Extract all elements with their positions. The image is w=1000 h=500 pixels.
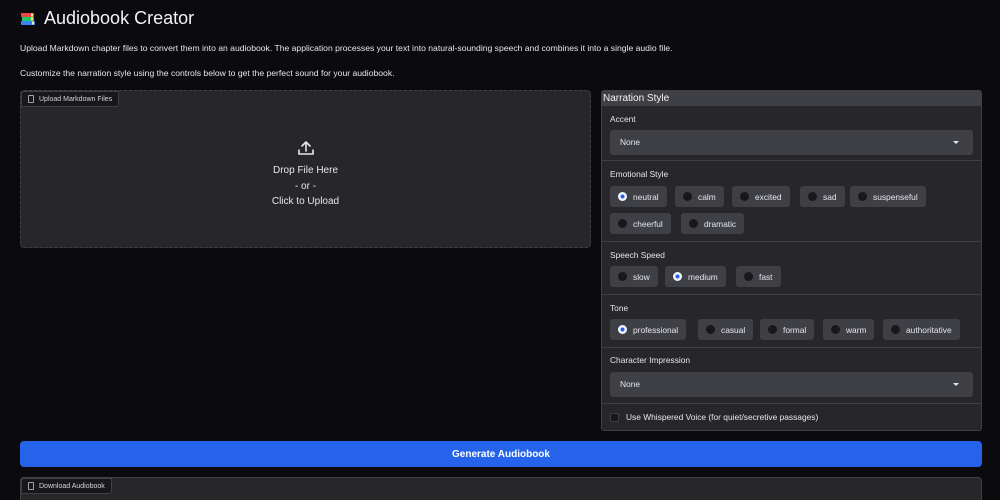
tone-section: Tone professional casual formal warm aut… (602, 294, 981, 347)
radio-dot (706, 325, 715, 334)
radio-label: formal (783, 324, 807, 335)
app-title: Audiobook Creator (44, 8, 195, 28)
radio-dot (618, 219, 627, 228)
upload-label-tag: Upload Markdown Files (21, 91, 120, 107)
accent-value: None (620, 137, 641, 147)
radio-label: professional (633, 324, 679, 335)
speech-speed-label: Speech Speed (610, 250, 665, 260)
drop-file-here: Drop File Here (272, 165, 339, 176)
file-icon (28, 482, 34, 490)
radio-dot (808, 192, 817, 201)
emotional-style-section: Emotional Style neutral calm excited sad… (602, 160, 981, 241)
emotional-style-option-cheerful[interactable]: cheerful (610, 213, 671, 234)
radio-label: authoritative (906, 324, 952, 335)
upload-label: Upload Markdown Files (39, 95, 113, 103)
download-label: Download Audiobook (39, 482, 105, 490)
whisper-label: Use Whispered Voice (for quiet/secretive… (626, 412, 819, 422)
description-line-1: Upload Markdown chapter files to convert… (20, 43, 673, 53)
page-title: Audiobook Creator (20, 8, 194, 29)
whisper-checkbox[interactable] (610, 412, 619, 422)
radio-label: dramatic (704, 218, 737, 229)
speech-speed-section: Speech Speed slow medium fast (602, 241, 981, 294)
tone-option-authoritative[interactable]: authoritative (883, 319, 960, 340)
emotional-style-option-neutral[interactable]: neutral (610, 186, 667, 207)
emotional-style-option-sad[interactable]: sad (800, 186, 845, 207)
radio-dot (768, 325, 777, 334)
radio-dot (618, 325, 627, 334)
books-icon (20, 11, 36, 27)
narration-style-title: Narration Style (602, 91, 981, 105)
drop-text: Drop File Here - or - Click to Upload (21, 139, 590, 210)
tone-option-warm[interactable]: warm (823, 319, 875, 340)
radio-label: medium (688, 271, 718, 282)
radio-label: casual (721, 324, 746, 335)
click-to-upload: Click to Upload (271, 196, 340, 207)
radio-label: slow (633, 271, 650, 282)
accent-section: Accent None (602, 105, 981, 160)
download-label-tag: Download Audiobook (21, 478, 112, 494)
radio-dot (891, 325, 900, 334)
emotional-style-option-calm[interactable]: calm (675, 186, 724, 207)
tone-option-formal[interactable]: formal (760, 319, 815, 340)
upload-dropzone[interactable]: Upload Markdown Files Drop File Here - o… (20, 90, 591, 248)
speech-speed-option-fast[interactable]: fast (736, 266, 781, 287)
download-audiobook-area: Download Audiobook (20, 477, 982, 500)
radio-label: calm (698, 191, 716, 202)
radio-label: fast (759, 271, 773, 282)
tone-option-casual[interactable]: casual (698, 319, 754, 340)
radio-label: suspenseful (873, 191, 918, 202)
emotional-style-option-suspenseful[interactable]: suspenseful (850, 186, 926, 207)
description-line-2: Customize the narration style using the … (20, 68, 395, 78)
accent-dropdown[interactable]: None (610, 130, 973, 155)
radio-dot (689, 219, 698, 228)
chevron-down-icon (953, 383, 959, 386)
radio-dot (618, 192, 627, 201)
radio-label: warm (846, 324, 867, 335)
emotional-style-option-excited[interactable]: excited (732, 186, 790, 207)
radio-dot (831, 325, 840, 334)
whisper-checkbox-row[interactable]: Use Whispered Voice (for quiet/secretive… (610, 412, 818, 422)
drop-or: - or - (294, 180, 317, 192)
chevron-down-icon (953, 141, 959, 144)
radio-dot (744, 272, 753, 281)
character-impression-section: Character Impression None (602, 347, 981, 403)
file-icon (28, 95, 34, 103)
radio-label: sad (823, 191, 837, 202)
character-impression-label: Character Impression (610, 355, 691, 365)
speech-speed-option-slow[interactable]: slow (610, 266, 658, 287)
emotional-style-option-dramatic[interactable]: dramatic (681, 213, 745, 234)
narration-style-panel: Narration Style Accent None Emotional St… (601, 90, 982, 431)
character-impression-dropdown[interactable]: None (610, 372, 973, 397)
generate-audiobook-button[interactable]: Generate Audiobook (20, 441, 982, 467)
radio-dot (858, 192, 867, 201)
radio-dot (673, 272, 682, 281)
radio-label: neutral (633, 191, 659, 202)
character-impression-value: None (620, 379, 641, 389)
radio-dot (618, 272, 627, 281)
tone-label: Tone (610, 303, 629, 313)
emotional-style-label: Emotional Style (610, 169, 669, 179)
radio-label: cheerful (633, 218, 663, 229)
speech-speed-option-medium[interactable]: medium (665, 266, 726, 287)
radio-label: excited (755, 191, 782, 202)
radio-dot (740, 192, 749, 201)
radio-dot (683, 192, 692, 201)
upload-icon (297, 141, 314, 155)
accent-label: Accent (610, 114, 636, 124)
tone-option-professional[interactable]: professional (610, 319, 687, 340)
